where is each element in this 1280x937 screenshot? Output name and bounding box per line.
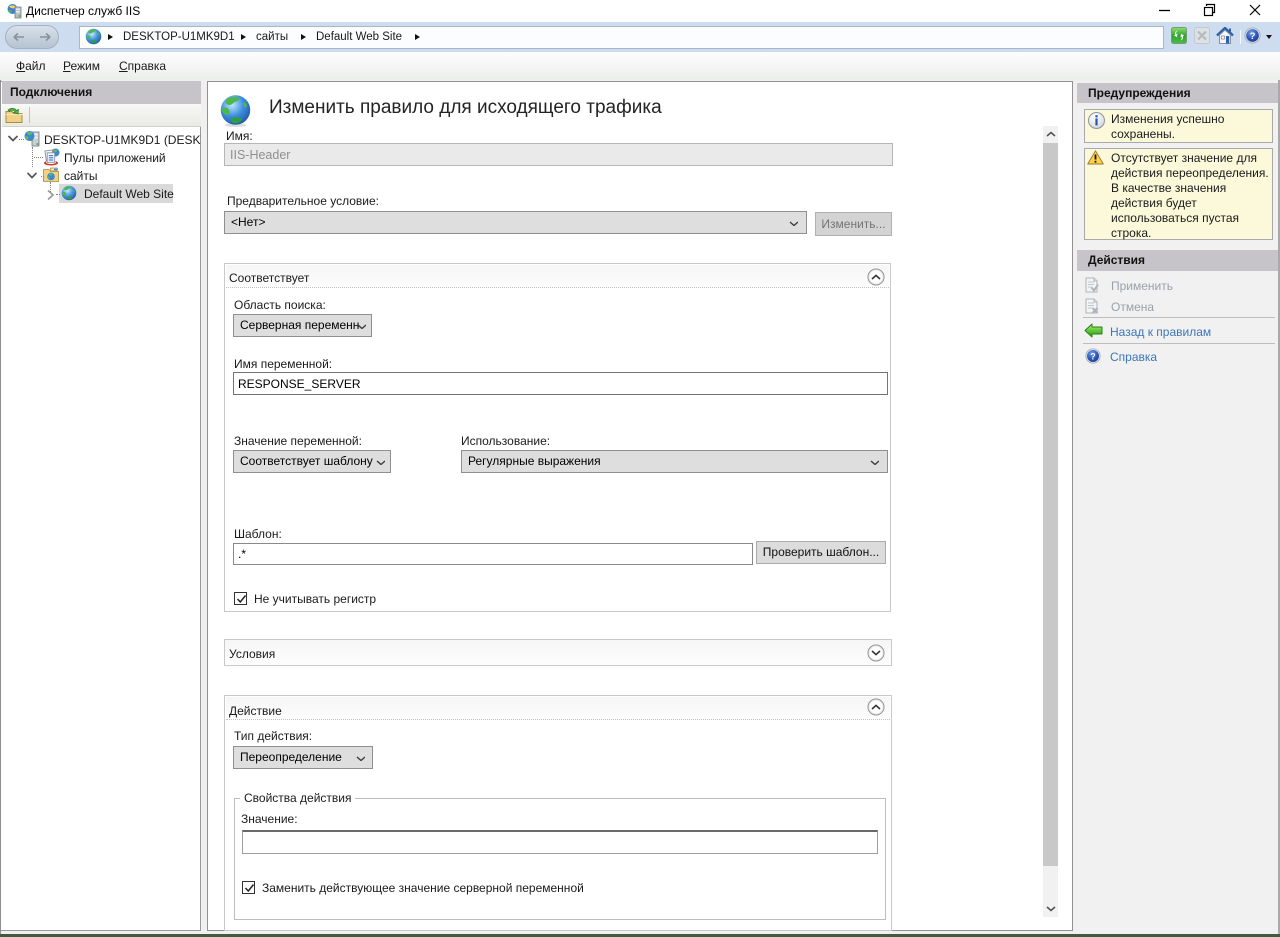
svg-text:?: ? [1090,351,1095,361]
svg-text:?: ? [1250,31,1256,42]
